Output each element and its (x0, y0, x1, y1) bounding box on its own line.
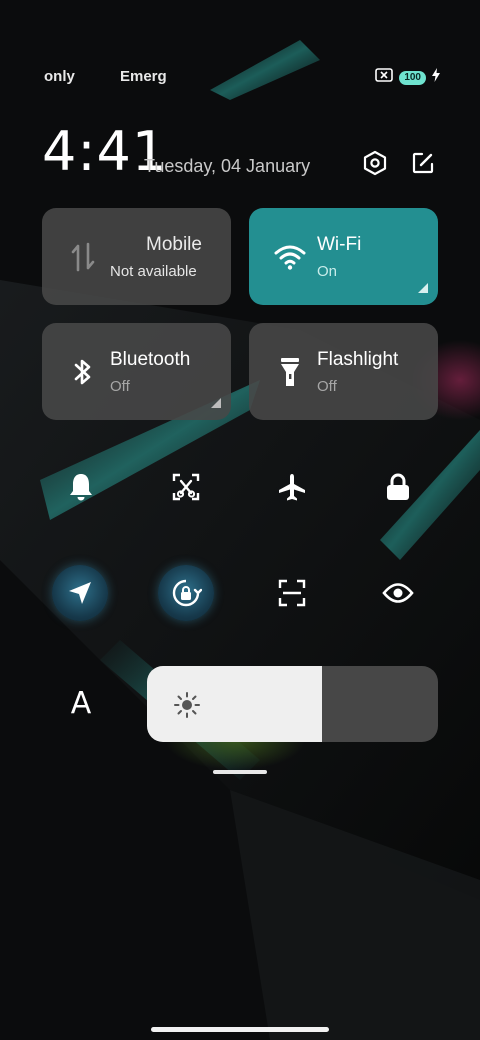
scanner-toggle[interactable] (264, 565, 320, 621)
tile-title: Bluetooth (110, 349, 191, 370)
tile-title: Wi-Fi (317, 234, 362, 255)
tile-flashlight[interactable]: Flashlight Off (249, 323, 438, 420)
sun-icon (174, 692, 200, 718)
flashlight-icon (273, 355, 307, 389)
scanner-icon (278, 579, 306, 607)
carrier-label-secondary: Emerg (120, 68, 166, 85)
edit-button[interactable] (408, 148, 438, 178)
home-indicator[interactable] (151, 1027, 329, 1032)
tile-status: Off (110, 378, 130, 395)
airplane-icon (279, 474, 305, 501)
brightness-slider[interactable] (147, 666, 438, 742)
wifi-icon (273, 240, 307, 274)
bell-icon (70, 474, 92, 501)
eye-icon (382, 583, 414, 603)
screenshot-toggle[interactable] (158, 459, 214, 515)
carrier-label: only (44, 68, 75, 85)
bluetooth-icon (66, 355, 100, 389)
tile-bluetooth[interactable]: Bluetooth Off (42, 323, 231, 420)
charging-icon (432, 68, 440, 87)
location-icon (69, 582, 91, 604)
expand-corner-icon[interactable] (418, 283, 428, 293)
settings-button[interactable] (360, 148, 390, 178)
tile-title: Mobile (146, 234, 202, 255)
expand-corner-icon[interactable] (211, 398, 221, 408)
sim-error-icon (375, 68, 394, 87)
screenshot-icon (172, 473, 200, 501)
settings-hexagon-icon (363, 150, 387, 176)
tile-status: On (317, 263, 338, 280)
ringer-toggle[interactable] (53, 459, 109, 515)
date[interactable]: Tuesday, 04 January (144, 156, 310, 177)
tile-mobile-data[interactable]: Mobile Not available (42, 208, 231, 305)
tile-status: Not available (110, 263, 197, 280)
reading-mode-toggle[interactable] (370, 565, 426, 621)
mobile-data-icon (66, 240, 100, 274)
lock-screen-toggle[interactable] (370, 459, 426, 515)
panel-drag-handle[interactable] (213, 770, 267, 774)
status-bar: only Emerg 100 (0, 64, 480, 90)
location-toggle[interactable] (52, 565, 108, 621)
edit-icon (412, 152, 434, 174)
rotation-lock-icon (172, 579, 202, 607)
lock-icon (387, 473, 409, 500)
battery-icon: 100 (399, 70, 426, 85)
header: 4:41 Tuesday, 04 January (42, 120, 442, 190)
airplane-mode-toggle[interactable] (264, 459, 320, 515)
tile-status: Off (317, 378, 337, 395)
tile-wifi[interactable]: Wi-Fi On (249, 208, 438, 305)
tile-title: Flashlight (317, 349, 399, 370)
auto-brightness-button[interactable]: A (58, 680, 104, 726)
rotation-lock-toggle[interactable] (158, 565, 214, 621)
